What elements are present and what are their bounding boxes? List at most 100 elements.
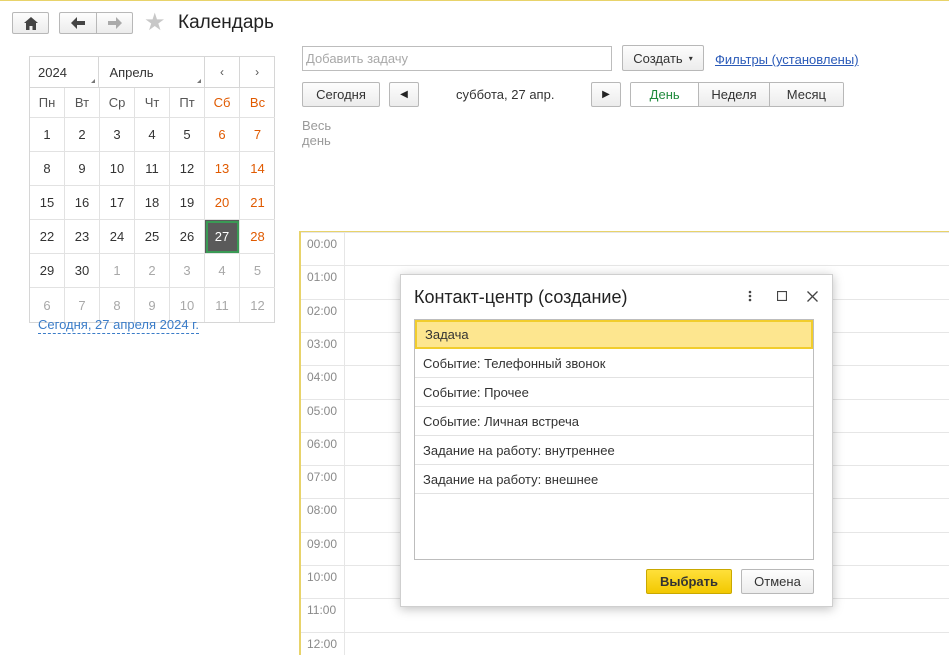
calendar-day[interactable]: 16 (65, 186, 100, 220)
calendar-day[interactable]: 12 (170, 152, 205, 186)
event-type-item[interactable]: Событие: Прочее (415, 378, 813, 407)
month-select[interactable]: Апрель (99, 57, 205, 87)
calendar-day[interactable]: 25 (135, 220, 170, 254)
view-switcher: День Неделя Месяц (630, 82, 844, 107)
hour-label: 00:00 (307, 237, 338, 251)
chevron-right-icon: › (255, 65, 260, 79)
add-task-input[interactable] (302, 46, 612, 71)
home-button[interactable] (12, 12, 49, 34)
calendar-window: ★ Календарь 2024 Апрель ‹ › Пн Вт Ср Чт Пт Сб… (0, 0, 949, 655)
year-select[interactable]: 2024 (30, 57, 100, 87)
forward-button[interactable] (96, 12, 133, 34)
hour-label: 01:00 (307, 270, 338, 285)
calendar-day[interactable]: 19 (170, 186, 205, 220)
calendar-day[interactable]: 14 (240, 152, 275, 186)
weekday-header: Сб (205, 88, 240, 118)
create-button-label: Создать (633, 50, 683, 66)
favorite-star-icon[interactable]: ★ (144, 11, 166, 35)
calendar-day[interactable]: 5 (240, 254, 275, 288)
all-day-line-1: Весь (302, 118, 332, 133)
triangle-right-icon: ▶ (602, 89, 610, 100)
calendar-day[interactable]: 10 (100, 152, 135, 186)
tab-week[interactable]: Неделя (699, 83, 770, 106)
calendar-day[interactable]: 3 (170, 254, 205, 288)
calendar-day[interactable]: 4 (205, 254, 240, 288)
calendar-day[interactable]: 26 (170, 220, 205, 254)
calendar-day[interactable]: 29 (30, 254, 65, 288)
cancel-button[interactable]: Отмена (741, 569, 814, 594)
weekday-header: Вс (240, 88, 275, 118)
weekday-header: Чт (135, 88, 170, 118)
event-type-item[interactable]: Событие: Личная встреча (415, 407, 813, 436)
dialog-title: Контакт-центр (создание) (414, 287, 628, 307)
more-options-icon[interactable] (742, 288, 758, 304)
calendar-day[interactable]: 8 (30, 152, 65, 186)
all-day-label: Весь день (302, 118, 331, 148)
current-date-label: суббота, 27 апр. (456, 87, 555, 102)
calendar-day[interactable]: 7 (240, 118, 275, 152)
calendar-day[interactable]: 17 (100, 186, 135, 220)
hour-label: 10:00 (307, 570, 338, 584)
hour-label: 12:00 (307, 636, 338, 651)
next-day-button[interactable]: ▶ (591, 82, 621, 107)
calendar-day[interactable]: 15 (30, 186, 65, 220)
event-type-list: Задача Событие: Телефонный звонок Событие:… (414, 319, 814, 560)
tab-day[interactable]: День (631, 83, 700, 106)
hour-row[interactable]: 12:00 (301, 631, 949, 655)
calendar-day[interactable]: 1 (100, 254, 135, 288)
back-button[interactable] (59, 12, 97, 34)
filters-link[interactable]: Фильтры (установлены) (715, 52, 859, 67)
all-day-line-2: день (302, 133, 331, 148)
home-icon (23, 16, 38, 30)
tab-month[interactable]: Месяц (769, 83, 843, 106)
event-type-item[interactable]: Задача (415, 320, 813, 349)
weekday-header: Пн (30, 88, 65, 118)
calendar-day[interactable]: 30 (65, 254, 100, 288)
hour-label: 11:00 (307, 603, 337, 618)
calendar-day[interactable]: 24 (100, 220, 135, 254)
calendar-day[interactable]: 21 (240, 186, 275, 220)
chevron-left-icon: ‹ (219, 65, 224, 79)
calendar-day[interactable]: 11 (205, 288, 240, 322)
hour-label: 04:00 (307, 370, 338, 385)
calendar-day[interactable]: 3 (100, 118, 135, 152)
calendar-day[interactable]: 2 (65, 118, 100, 152)
next-month-button[interactable]: › (239, 57, 274, 87)
create-button[interactable]: Создать ▾ (622, 45, 704, 71)
prev-day-button[interactable]: ◀ (389, 82, 419, 107)
weekday-header: Вт (65, 88, 100, 118)
calendar-day[interactable]: 2 (135, 254, 170, 288)
prev-month-button[interactable]: ‹ (205, 57, 240, 87)
event-type-item[interactable]: Событие: Телефонный звонок (415, 349, 813, 378)
maximize-icon[interactable] (774, 288, 790, 304)
select-button[interactable]: Выбрать (646, 569, 732, 594)
close-icon[interactable] (804, 288, 820, 304)
calendar-day[interactable]: 20 (205, 186, 240, 220)
calendar-day[interactable]: 1 (30, 118, 65, 152)
calendar-day[interactable]: 6 (205, 118, 240, 152)
calendar-day[interactable]: 11 (135, 152, 170, 186)
arrow-left-icon (71, 17, 85, 29)
create-dialog: Контакт-центр (создание) Задача Событие: … (400, 274, 833, 607)
mini-calendar: 2024 Апрель ‹ › Пн Вт Ср Чт Пт Сб Вс 1 2 3 4 5 6 7 8 9 1… (29, 56, 275, 323)
calendar-day[interactable]: 13 (205, 152, 240, 186)
select-button-label: Выбрать (659, 574, 719, 589)
dropdown-caret-icon: ▾ (688, 53, 693, 63)
calendar-day[interactable]: 12 (240, 288, 275, 322)
today-button[interactable]: Сегодня (302, 82, 380, 107)
triangle-left-icon: ◀ (400, 89, 408, 100)
calendar-day[interactable]: 22 (30, 220, 65, 254)
calendar-day[interactable]: 28 (240, 220, 275, 254)
calendar-day[interactable]: 9 (65, 152, 100, 186)
today-date-link[interactable]: Сегодня, 27 апреля 2024 г. (38, 317, 199, 334)
weekday-header: Ср (100, 88, 135, 118)
event-type-item[interactable]: Задание на работу: внутреннее (415, 436, 813, 465)
hour-row[interactable]: 00:00 (301, 232, 949, 265)
calendar-day[interactable]: 5 (170, 118, 205, 152)
calendar-day[interactable]: 18 (135, 186, 170, 220)
calendar-day[interactable]: 4 (135, 118, 170, 152)
page-title: Календарь (178, 12, 274, 33)
calendar-day-selected[interactable]: 27 (205, 220, 240, 254)
event-type-item[interactable]: Задание на работу: внешнее (415, 465, 813, 494)
calendar-day[interactable]: 23 (65, 220, 100, 254)
